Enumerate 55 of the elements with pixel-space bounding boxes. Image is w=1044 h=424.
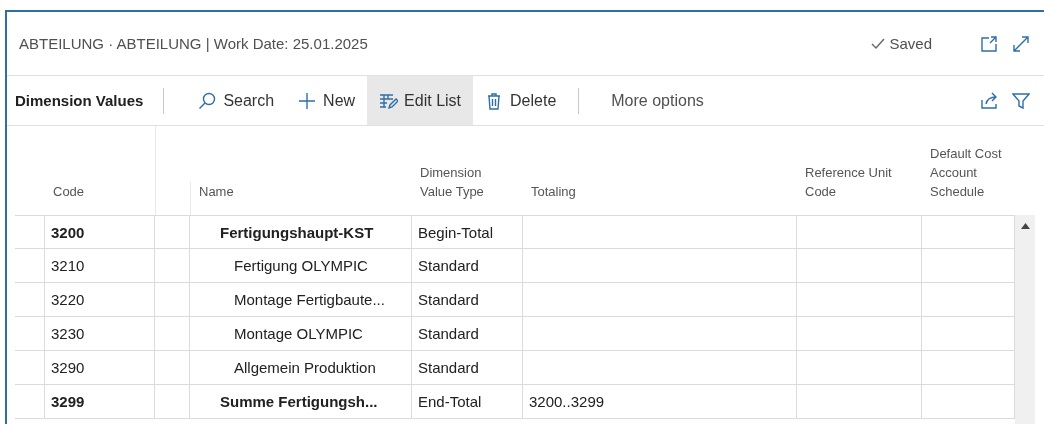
table-cell [155,283,190,317]
table-cell: Begin-Total [412,215,523,249]
table-cell: Fertigung OLYMPIC [190,249,412,283]
table-cell [155,317,190,351]
table-cell [155,385,190,419]
table-cell: 3210 [45,249,155,283]
toolbar-button[interactable]: New [286,76,368,125]
check-icon [871,37,886,50]
table-cell: 3290 [45,351,155,385]
table-cell [15,317,45,351]
table-cell: Montage Fertigbaute... [190,283,412,317]
toolbar-button[interactable]: Edit List [367,76,474,125]
table-cell: Standard [412,249,523,283]
table-cell: Standard [412,351,523,385]
toolbar-button[interactable]: Delete [473,76,569,125]
scroll-up-icon[interactable] [1020,223,1030,229]
scrollbar[interactable] [1015,215,1035,424]
expand-icon[interactable] [1012,34,1030,53]
table-cell: Allgemein Produktion [190,351,412,385]
table-cell: Summe Fertigungsh... [190,385,412,419]
page-title: Dimension Values [15,87,165,114]
table-cell: 3200 [45,215,155,249]
search-icon [198,91,218,110]
table-cell: Standard [412,317,523,351]
column-header[interactable]: Totaling [523,182,797,215]
table-cell: 3200..3299 [523,385,797,419]
table-edit-icon [379,91,399,110]
table-cell: Montage OLYMPIC [190,317,412,351]
filter-icon[interactable] [1012,91,1030,110]
table-cell [15,215,45,249]
table-cell: 3230 [45,317,155,351]
column-header[interactable]: Code [45,182,155,215]
table-cell [155,351,190,385]
table-cell: Fertigungshaupt-KST [190,215,412,249]
table-cell [15,385,45,419]
table-cell [15,249,45,283]
column-header[interactable]: Reference Unit Code [797,163,922,215]
table-cell: 3220 [45,283,155,317]
open-new-window-icon[interactable] [980,34,998,53]
toolbar-button[interactable]: Search [186,76,287,125]
table-cell [155,215,190,249]
table-cell: Standard [412,283,523,317]
table-cell [15,351,45,385]
plus-icon [298,91,318,110]
column-header[interactable]: Default Cost Account Schedule [922,144,1015,215]
save-status-text: Saved [889,35,932,52]
share-icon[interactable] [980,91,998,110]
column-header[interactable]: Name [190,182,412,215]
column-header[interactable]: Dimension Value Type [412,163,523,215]
table-cell: 3299 [45,385,155,419]
more-options-button[interactable]: More options [578,87,716,114]
table-cell [155,249,190,283]
table-cell: End-Total [412,385,523,419]
table-cell [15,283,45,317]
window-title: ABTEILUNG · ABTEILUNG | Work Date: 25.01.2025 [19,35,369,52]
